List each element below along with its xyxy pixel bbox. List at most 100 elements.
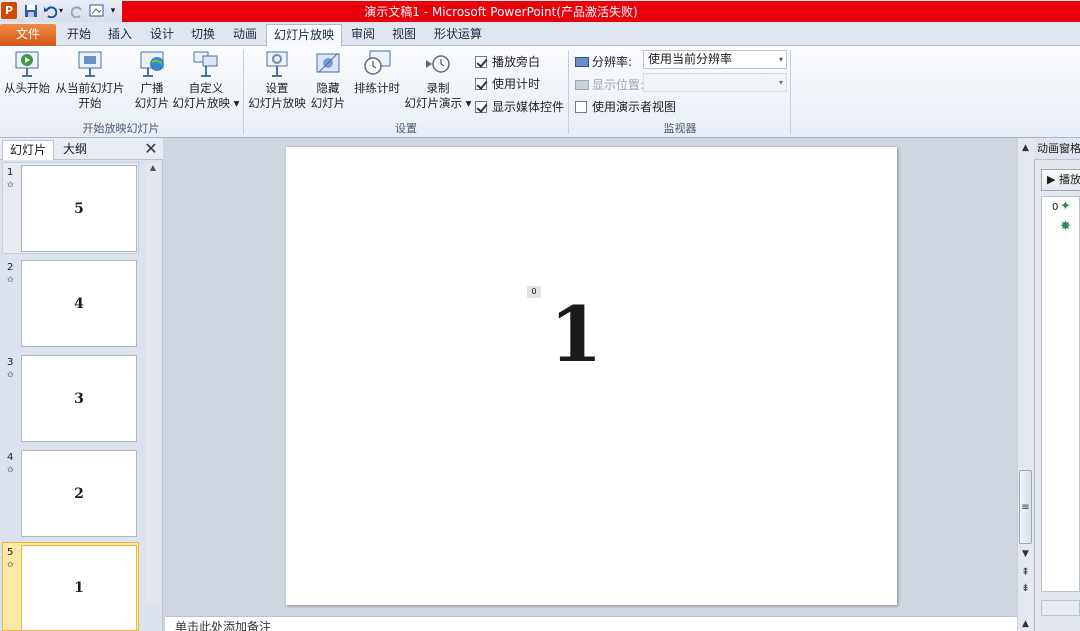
powerpoint-app-icon[interactable]: P <box>1 2 17 19</box>
scroll-up-icon[interactable]: ▲ <box>1018 617 1033 631</box>
from-current-slide-button[interactable]: 从当前幻灯片 开始 <box>53 50 127 111</box>
resolution-label: 分辨率: <box>575 53 632 71</box>
slide-thumbnail-selected[interactable]: 1 <box>21 545 137 631</box>
tab-review[interactable]: 审阅 <box>344 24 382 46</box>
animation-star-icon: ✩ <box>7 275 14 284</box>
record-label-1: 录制 <box>426 81 450 95</box>
animation-star-icon: ✩ <box>7 370 14 379</box>
group-label-monitors: 监视器 <box>663 122 697 135</box>
tab-outline[interactable]: 大纲 <box>56 140 94 160</box>
tab-slideshow[interactable]: 幻灯片放映 <box>266 24 343 47</box>
custom-label-1: 自定义 <box>188 81 224 95</box>
checkbox-icon <box>475 101 487 113</box>
from-current-label-1: 从当前幻灯片 <box>55 81 125 95</box>
show-media-controls-checkbox[interactable]: 显示媒体控件 <box>475 98 564 116</box>
tab-design[interactable]: 设计 <box>143 24 181 46</box>
tab-file[interactable]: 文件 <box>0 24 56 46</box>
from-current-label-2: 开始 <box>78 96 102 110</box>
rehearse-timer-icon <box>362 50 392 78</box>
slide-thumbnail[interactable]: 3 <box>21 355 137 442</box>
close-icon[interactable]: ✕ <box>143 140 159 158</box>
display-location-dropdown[interactable]: ▾ <box>643 73 787 92</box>
slide-thumbnail[interactable]: 4 <box>21 260 137 347</box>
slide-number: 4 <box>7 452 14 463</box>
scroll-down-icon[interactable]: ▼ <box>1018 547 1033 561</box>
animation-list[interactable] <box>1041 196 1080 592</box>
record-stopwatch-icon <box>423 50 453 78</box>
tab-slides[interactable]: 幻灯片 <box>2 140 55 160</box>
presenter-view-checkbox[interactable]: 使用演示者视图 <box>575 98 676 116</box>
resolution-dropdown[interactable]: 使用当前分辨率 ▾ <box>643 50 787 69</box>
monitor-icon <box>575 57 589 67</box>
next-slide-icon[interactable]: ⇟ <box>1018 582 1033 596</box>
slides-pane-scrollbar[interactable] <box>146 163 160 603</box>
animation-order-tag[interactable]: 0 <box>527 286 541 298</box>
undo-icon[interactable] <box>41 2 58 19</box>
animation-star-icon[interactable]: ✸ <box>1060 219 1071 234</box>
window-title: 演示文稿1 - Microsoft PowerPoint(产品激活失败) <box>364 5 638 19</box>
broadcast-globe-icon <box>137 50 167 78</box>
setup-slideshow-icon <box>262 50 292 78</box>
animation-item-number: 0 <box>1052 202 1059 213</box>
animation-pane-hscroll[interactable] <box>1041 600 1080 616</box>
record-label-2: 幻灯片演示 ▾ <box>404 96 472 110</box>
customize-qat-icon[interactable]: ▾ <box>108 2 118 19</box>
hide-slide-icon <box>313 50 343 78</box>
animation-star-icon: ✩ <box>7 560 14 569</box>
display-location-label: 显示位置: <box>575 76 644 94</box>
slide-text-content[interactable]: 1 <box>541 290 611 380</box>
scroll-up-icon[interactable]: ▲ <box>1018 141 1033 155</box>
tab-view[interactable]: 视图 <box>385 24 423 46</box>
slide-number: 5 <box>7 547 14 558</box>
setup-label-1: 设置 <box>265 81 289 95</box>
group-separator <box>568 50 569 134</box>
custom-slideshow-icon <box>191 50 221 78</box>
group-label-start-slideshow: 开始放映幻灯片 <box>82 122 160 135</box>
hide-label-1: 隐藏 <box>316 81 340 95</box>
slide-number: 2 <box>7 262 14 273</box>
chevron-down-icon: ▾ <box>778 78 783 87</box>
save-icon[interactable] <box>22 2 39 19</box>
animation-pane-title: 动画窗格 <box>1034 138 1080 160</box>
use-timings-checkbox[interactable]: 使用计时 <box>475 75 540 93</box>
slideshow-qat-icon[interactable] <box>88 2 105 19</box>
setup-label-2: 幻灯片放映 <box>248 96 306 110</box>
scroll-up-icon[interactable]: ▲ <box>146 163 160 172</box>
undo-dropdown-icon[interactable]: ▾ <box>57 2 65 19</box>
custom-label-2: 幻灯片放映 ▾ <box>172 96 240 110</box>
tab-insert[interactable]: 插入 <box>101 24 139 46</box>
rehearse-timings-button[interactable]: 排练计时 <box>350 50 404 96</box>
projector-play-icon <box>12 50 42 78</box>
custom-slideshow-button[interactable]: 自定义 幻灯片放映 ▾ <box>172 50 240 111</box>
redo-icon <box>69 2 86 19</box>
from-beginning-label: 从头开始 <box>4 81 50 95</box>
broadcast-slideshow-button[interactable]: 广播 幻灯片 <box>131 50 173 111</box>
notes-pane[interactable]: 单击此处添加备注 <box>165 616 1017 631</box>
display-monitor-icon <box>575 80 589 90</box>
broadcast-label-2: 幻灯片 <box>134 96 170 110</box>
animation-star-icon: ✩ <box>7 465 14 474</box>
checkbox-icon <box>475 78 487 90</box>
setup-slideshow-button[interactable]: 设置 幻灯片放映 <box>246 50 308 111</box>
animation-star-icon: ✩ <box>7 180 14 189</box>
slide-thumbnail[interactable]: 5 <box>21 165 137 252</box>
play-narrations-checkbox[interactable]: 播放旁白 <box>475 53 540 71</box>
slide-number: 3 <box>7 357 14 368</box>
group-label-setup: 设置 <box>395 122 417 135</box>
tab-animations[interactable]: 动画 <box>226 24 264 46</box>
group-separator <box>790 50 791 134</box>
tab-transitions[interactable]: 切换 <box>184 24 222 46</box>
animation-effect-icon[interactable]: ✦ <box>1060 199 1071 214</box>
rehearse-label: 排练计时 <box>354 81 400 95</box>
hide-slide-button[interactable]: 隐藏 幻灯片 <box>308 50 348 111</box>
tab-home[interactable]: 开始 <box>60 24 98 46</box>
play-button[interactable]: ▶ 播放 <box>1041 169 1080 191</box>
hide-label-2: 幻灯片 <box>310 96 346 110</box>
from-beginning-button[interactable]: 从头开始 <box>2 50 52 96</box>
tab-shape-operations[interactable]: 形状运算 <box>427 24 489 46</box>
slide-thumbnail[interactable]: 2 <box>21 450 137 537</box>
record-slideshow-button[interactable]: 录制 幻灯片演示 ▾ <box>402 50 474 111</box>
projector-icon <box>75 50 105 78</box>
previous-slide-icon[interactable]: ⇞ <box>1018 566 1033 580</box>
scrollbar-grip-icon: ≡ <box>1021 502 1030 513</box>
